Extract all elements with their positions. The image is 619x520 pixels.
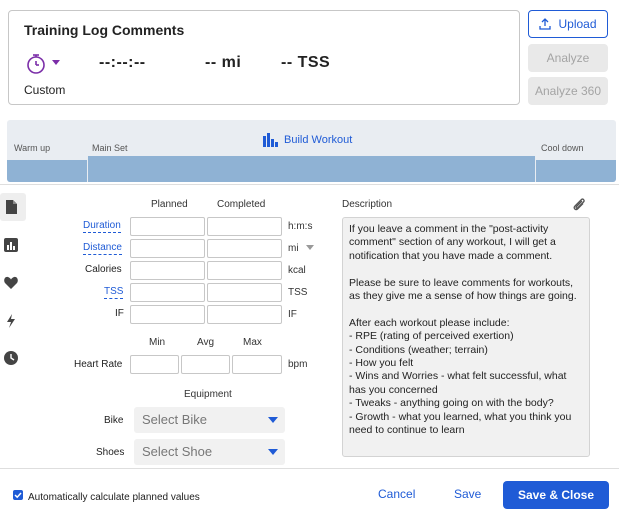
clock-icon[interactable]	[4, 351, 18, 365]
divider	[0, 468, 619, 469]
save-button[interactable]: Save	[454, 487, 481, 501]
hr-max-input[interactable]	[232, 355, 282, 374]
distance-unit[interactable]: mi	[288, 243, 299, 254]
equipment-heading: Equipment	[184, 389, 232, 400]
bike-select-value: Select Bike	[142, 412, 208, 427]
bar-chart-icon	[263, 133, 278, 147]
shoe-select[interactable]: Select Shoe	[134, 439, 285, 465]
duration-value: --:--:--	[99, 54, 146, 71]
main-set-label: Main Set	[92, 143, 128, 153]
divider	[0, 184, 619, 185]
workout-type-label: Custom	[24, 83, 66, 97]
chart-icon[interactable]	[4, 238, 18, 252]
completed-header: Completed	[217, 199, 266, 210]
upload-icon	[539, 18, 552, 30]
auto-calc-checkbox[interactable]	[13, 490, 23, 500]
duration-planned-input[interactable]	[130, 217, 205, 236]
build-workout-label: Build Workout	[284, 134, 353, 146]
bolt-icon[interactable]	[4, 314, 18, 328]
if-label: IF	[115, 308, 124, 319]
tss-unit: TSS	[288, 287, 308, 298]
upload-button[interactable]: Upload	[528, 10, 608, 38]
analyze-360-button[interactable]: Analyze 360	[528, 77, 608, 105]
build-workout-button[interactable]: Build Workout	[263, 133, 352, 147]
hr-avg-header: Avg	[197, 337, 215, 348]
upload-label: Upload	[558, 17, 597, 31]
heart-rate-unit: bpm	[288, 359, 308, 370]
workout-summary-panel: Training Log Comments Custom --:--:-- --…	[8, 10, 520, 105]
save-close-button[interactable]: Save & Close	[503, 481, 609, 509]
calories-completed-input[interactable]	[207, 261, 282, 280]
hr-min-header: Min	[149, 337, 166, 348]
stopwatch-icon[interactable]	[24, 52, 48, 76]
shoe-select-value: Select Shoe	[142, 444, 213, 459]
warmup-label: Warm up	[14, 143, 51, 153]
tss-value: -- TSS	[281, 54, 331, 71]
distance-value: -- mi	[205, 54, 242, 71]
calories-label: Calories	[85, 264, 122, 275]
warmup-bar	[7, 160, 87, 182]
duration-unit: h:m:s	[288, 221, 313, 232]
page-title: Training Log Comments	[24, 22, 185, 38]
distance-label[interactable]: Distance	[83, 242, 122, 255]
main-set-bar	[88, 156, 535, 182]
tss-planned-input[interactable]	[130, 283, 205, 302]
cooldown-label: Cool down	[541, 143, 584, 153]
shoes-label: Shoes	[96, 447, 125, 458]
tss-completed-input[interactable]	[207, 283, 282, 302]
distance-planned-input[interactable]	[130, 239, 205, 258]
hr-max-header: Max	[243, 337, 262, 348]
auto-calc-label[interactable]: Automatically calculate planned values	[28, 492, 200, 503]
workout-type-caret-icon[interactable]	[52, 60, 60, 65]
bike-select[interactable]: Select Bike	[134, 407, 285, 433]
tss-label[interactable]: TSS	[104, 286, 124, 299]
cooldown-bar	[536, 160, 616, 182]
heart-icon[interactable]	[4, 276, 18, 290]
cancel-button[interactable]: Cancel	[378, 487, 415, 501]
planned-header: Planned	[151, 199, 188, 210]
workout-builder[interactable]: Warm up Main Set Cool down Build Workout	[7, 120, 616, 182]
duration-completed-input[interactable]	[207, 217, 282, 236]
distance-completed-input[interactable]	[207, 239, 282, 258]
paperclip-icon[interactable]	[572, 196, 586, 212]
checkmark-icon	[14, 492, 22, 499]
document-icon[interactable]	[4, 200, 18, 214]
if-unit: IF	[288, 309, 297, 320]
if-planned-input[interactable]	[130, 305, 205, 324]
chevron-down-icon	[268, 449, 278, 455]
heart-rate-label: Heart Rate	[74, 359, 123, 370]
description-textarea[interactable]: If you leave a comment in the "post-acti…	[342, 217, 590, 457]
hr-min-input[interactable]	[130, 355, 179, 374]
hr-avg-input[interactable]	[181, 355, 230, 374]
description-label: Description	[342, 199, 393, 210]
calories-planned-input[interactable]	[130, 261, 205, 280]
bike-label: Bike	[104, 415, 124, 426]
analyze-button[interactable]: Analyze	[528, 44, 608, 72]
distance-unit-caret-icon[interactable]	[306, 245, 314, 250]
calories-unit: kcal	[288, 265, 306, 276]
if-completed-input[interactable]	[207, 305, 282, 324]
duration-label[interactable]: Duration	[83, 220, 121, 233]
chevron-down-icon	[268, 417, 278, 423]
